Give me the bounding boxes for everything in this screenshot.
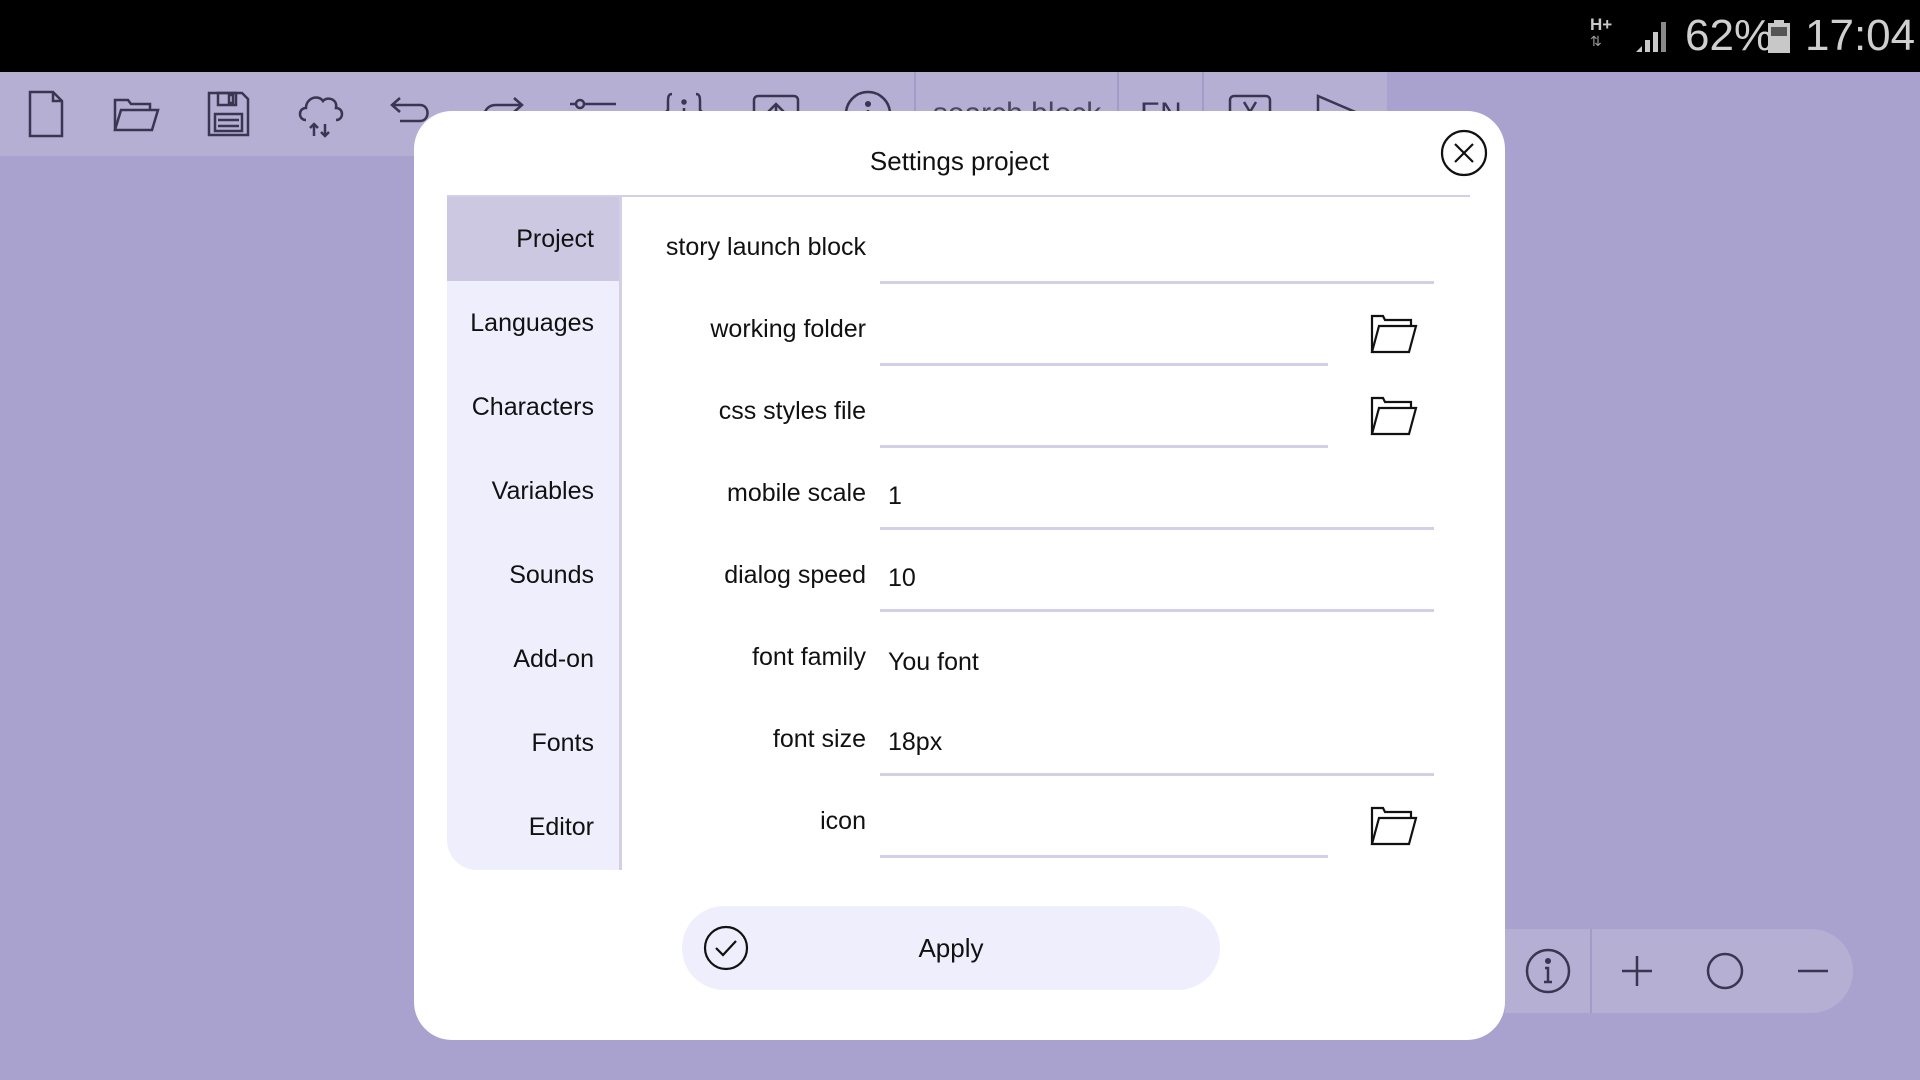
settings-sidebar: Project Languages Characters Variables S…: [447, 197, 622, 870]
minus-icon: [1798, 969, 1828, 973]
network-type: H+: [1590, 15, 1613, 34]
clock: 17:04: [1805, 11, 1916, 60]
folder-open-icon: [1370, 806, 1418, 846]
file-icon: [28, 90, 64, 138]
mobile-scale-input[interactable]: [880, 466, 1434, 530]
css-styles-file-input[interactable]: [880, 384, 1328, 448]
cloud-sync-button[interactable]: [292, 86, 348, 142]
zoom-separator: [1590, 929, 1592, 1013]
circle-icon: [1706, 952, 1744, 990]
tab-variables[interactable]: Variables: [447, 449, 619, 533]
icon-input[interactable]: [880, 794, 1328, 858]
dialog-speed-input[interactable]: [880, 548, 1434, 612]
tab-add-on[interactable]: Add-on: [447, 617, 619, 701]
browse-icon-button[interactable]: [1368, 800, 1420, 852]
open-folder-button[interactable]: [108, 86, 164, 142]
tab-languages[interactable]: Languages: [447, 281, 619, 365]
folder-open-icon: [113, 98, 160, 132]
font-family-label: font family: [752, 642, 866, 671]
css-styles-file-label: css styles file: [718, 396, 866, 425]
signal-icon: [1636, 22, 1666, 52]
icon-label: icon: [820, 806, 866, 835]
save-button[interactable]: [200, 86, 256, 142]
tab-project[interactable]: Project: [447, 197, 619, 281]
status-bar: H+ ⇅ 62% 17:04: [0, 0, 1920, 72]
field-font-size: font size: [622, 704, 1462, 786]
data-arrows-icon: ⇅: [1590, 33, 1602, 49]
folder-open-icon: [1370, 314, 1418, 354]
zoom-out-button[interactable]: [1778, 929, 1848, 1013]
zoom-controls: [1505, 929, 1853, 1013]
battery-percent: 62%: [1685, 11, 1774, 60]
floppy-disk-icon: [207, 91, 250, 137]
network-indicator: H+ ⇅: [1590, 16, 1620, 56]
browse-css-file-button[interactable]: [1368, 390, 1420, 442]
tab-fonts[interactable]: Fonts: [447, 701, 619, 785]
working-folder-input[interactable]: [880, 302, 1328, 366]
font-size-label: font size: [772, 724, 866, 753]
font-family-select[interactable]: You font: [880, 630, 1434, 694]
new-file-button[interactable]: [18, 86, 74, 142]
mobile-scale-label: mobile scale: [727, 478, 866, 507]
dialog-speed-label: dialog speed: [724, 560, 866, 589]
close-button[interactable]: [1440, 129, 1488, 177]
field-icon: icon: [622, 786, 1462, 868]
settings-dialog: Settings project Project Languages Chara…: [414, 111, 1505, 1040]
tab-editor[interactable]: Editor: [447, 785, 619, 869]
field-story-launch-block: story launch block: [622, 212, 1462, 294]
tab-characters[interactable]: Characters: [447, 365, 619, 449]
folder-open-icon: [1370, 396, 1418, 436]
tab-sounds[interactable]: Sounds: [447, 533, 619, 617]
field-css-styles-file: css styles file: [622, 376, 1462, 458]
close-circle-icon: [1440, 129, 1488, 177]
cloud-sync-icon: [298, 96, 344, 138]
font-size-input[interactable]: [880, 712, 1434, 776]
info-icon: [1525, 948, 1571, 994]
story-launch-block-label: story launch block: [665, 232, 866, 261]
apply-button[interactable]: Apply: [682, 906, 1220, 990]
field-dialog-speed: dialog speed: [622, 540, 1462, 622]
apply-label: Apply: [918, 932, 984, 963]
browse-working-folder-button[interactable]: [1368, 308, 1420, 360]
zoom-in-button[interactable]: [1602, 929, 1672, 1013]
dialog-title: Settings project: [869, 146, 1050, 176]
field-mobile-scale: mobile scale: [622, 458, 1462, 540]
working-folder-label: working folder: [710, 314, 866, 343]
field-working-folder: working folder: [622, 294, 1462, 376]
story-launch-block-input[interactable]: [880, 220, 1434, 284]
battery-icon: [1768, 20, 1790, 53]
canvas-info-button[interactable]: [1513, 929, 1583, 1013]
zoom-reset-button[interactable]: [1690, 929, 1760, 1013]
plus-icon: [1622, 956, 1652, 986]
field-font-family: font family You font: [622, 622, 1462, 704]
